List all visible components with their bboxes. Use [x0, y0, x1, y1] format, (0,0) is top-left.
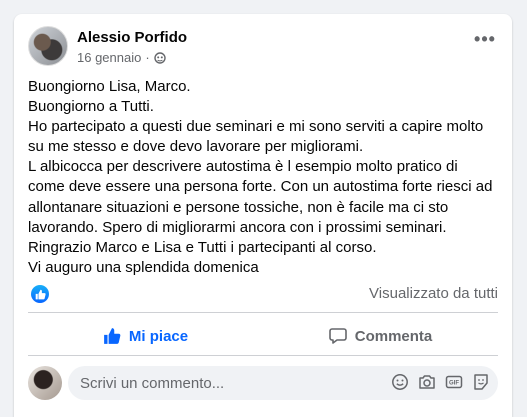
- action-bar: Mi piace Commenta: [28, 319, 498, 353]
- post-card: Alessio Porfido 16 gennaio · ••• Buongio…: [14, 14, 512, 417]
- post-header: Alessio Porfido 16 gennaio · •••: [28, 26, 498, 68]
- reactions-bar: Visualizzato da tutti: [28, 284, 498, 304]
- post-body-line: Vi auguro una splendida domenica: [28, 258, 259, 276]
- post-body-line: lavorando. Spero di migliorarmi ancora c…: [28, 218, 447, 236]
- post-body-line: su me stesso e dove devo lavorare per mi…: [28, 138, 364, 156]
- like-reaction-icon[interactable]: [31, 285, 49, 303]
- post-date[interactable]: 16 gennaio: [77, 50, 141, 65]
- author-name[interactable]: Alessio Porfido: [77, 29, 187, 46]
- post-body-line: Buongiorno Lisa, Marco.: [28, 78, 191, 95]
- comment-label: Commenta: [354, 327, 433, 345]
- camera-icon[interactable]: [418, 373, 436, 391]
- comment-composer: GIF: [28, 366, 498, 402]
- like-label: Mi piace: [128, 327, 189, 345]
- svg-text:GIF: GIF: [449, 381, 459, 387]
- post-body-line: Ho partecipato a questi due seminari e m…: [28, 118, 484, 136]
- author-avatar[interactable]: [28, 26, 68, 66]
- post-body-line: Ringrazio Marco e Lisa e Tutti i parteci…: [28, 238, 377, 256]
- like-button[interactable]: Mi piace: [28, 319, 263, 353]
- audience-icon[interactable]: [153, 51, 166, 64]
- post-body-line: come deve essere una persona forte. Con …: [28, 178, 493, 196]
- post-meta: 16 gennaio ·: [77, 50, 166, 65]
- post-body: Buongiorno Lisa, Marco. Buongiorno a Tutt…: [28, 77, 500, 278]
- comment-tools: GIF: [391, 373, 490, 391]
- comment-button[interactable]: Commenta: [263, 319, 498, 353]
- post-body-line: L albicocca per descrivere autostima è l…: [28, 158, 458, 176]
- post-body-line: allontanare situazioni e persone tossich…: [28, 198, 449, 216]
- meta-separator: ·: [145, 50, 150, 65]
- emoji-icon[interactable]: [391, 373, 409, 391]
- divider-top: [28, 312, 498, 313]
- current-user-avatar[interactable]: [28, 366, 62, 400]
- thumbs-up-icon: [35, 289, 46, 299]
- seen-by-text[interactable]: Visualizzato da tutti: [369, 285, 498, 302]
- more-options-icon[interactable]: •••: [472, 30, 498, 52]
- thumbs-up-icon: [104, 328, 121, 344]
- post-body-line: Buongiorno a Tutti.: [28, 98, 154, 116]
- divider-bottom: [28, 355, 498, 356]
- gif-icon[interactable]: GIF: [445, 373, 463, 391]
- sticker-icon[interactable]: [472, 373, 490, 391]
- comment-icon: [328, 328, 347, 344]
